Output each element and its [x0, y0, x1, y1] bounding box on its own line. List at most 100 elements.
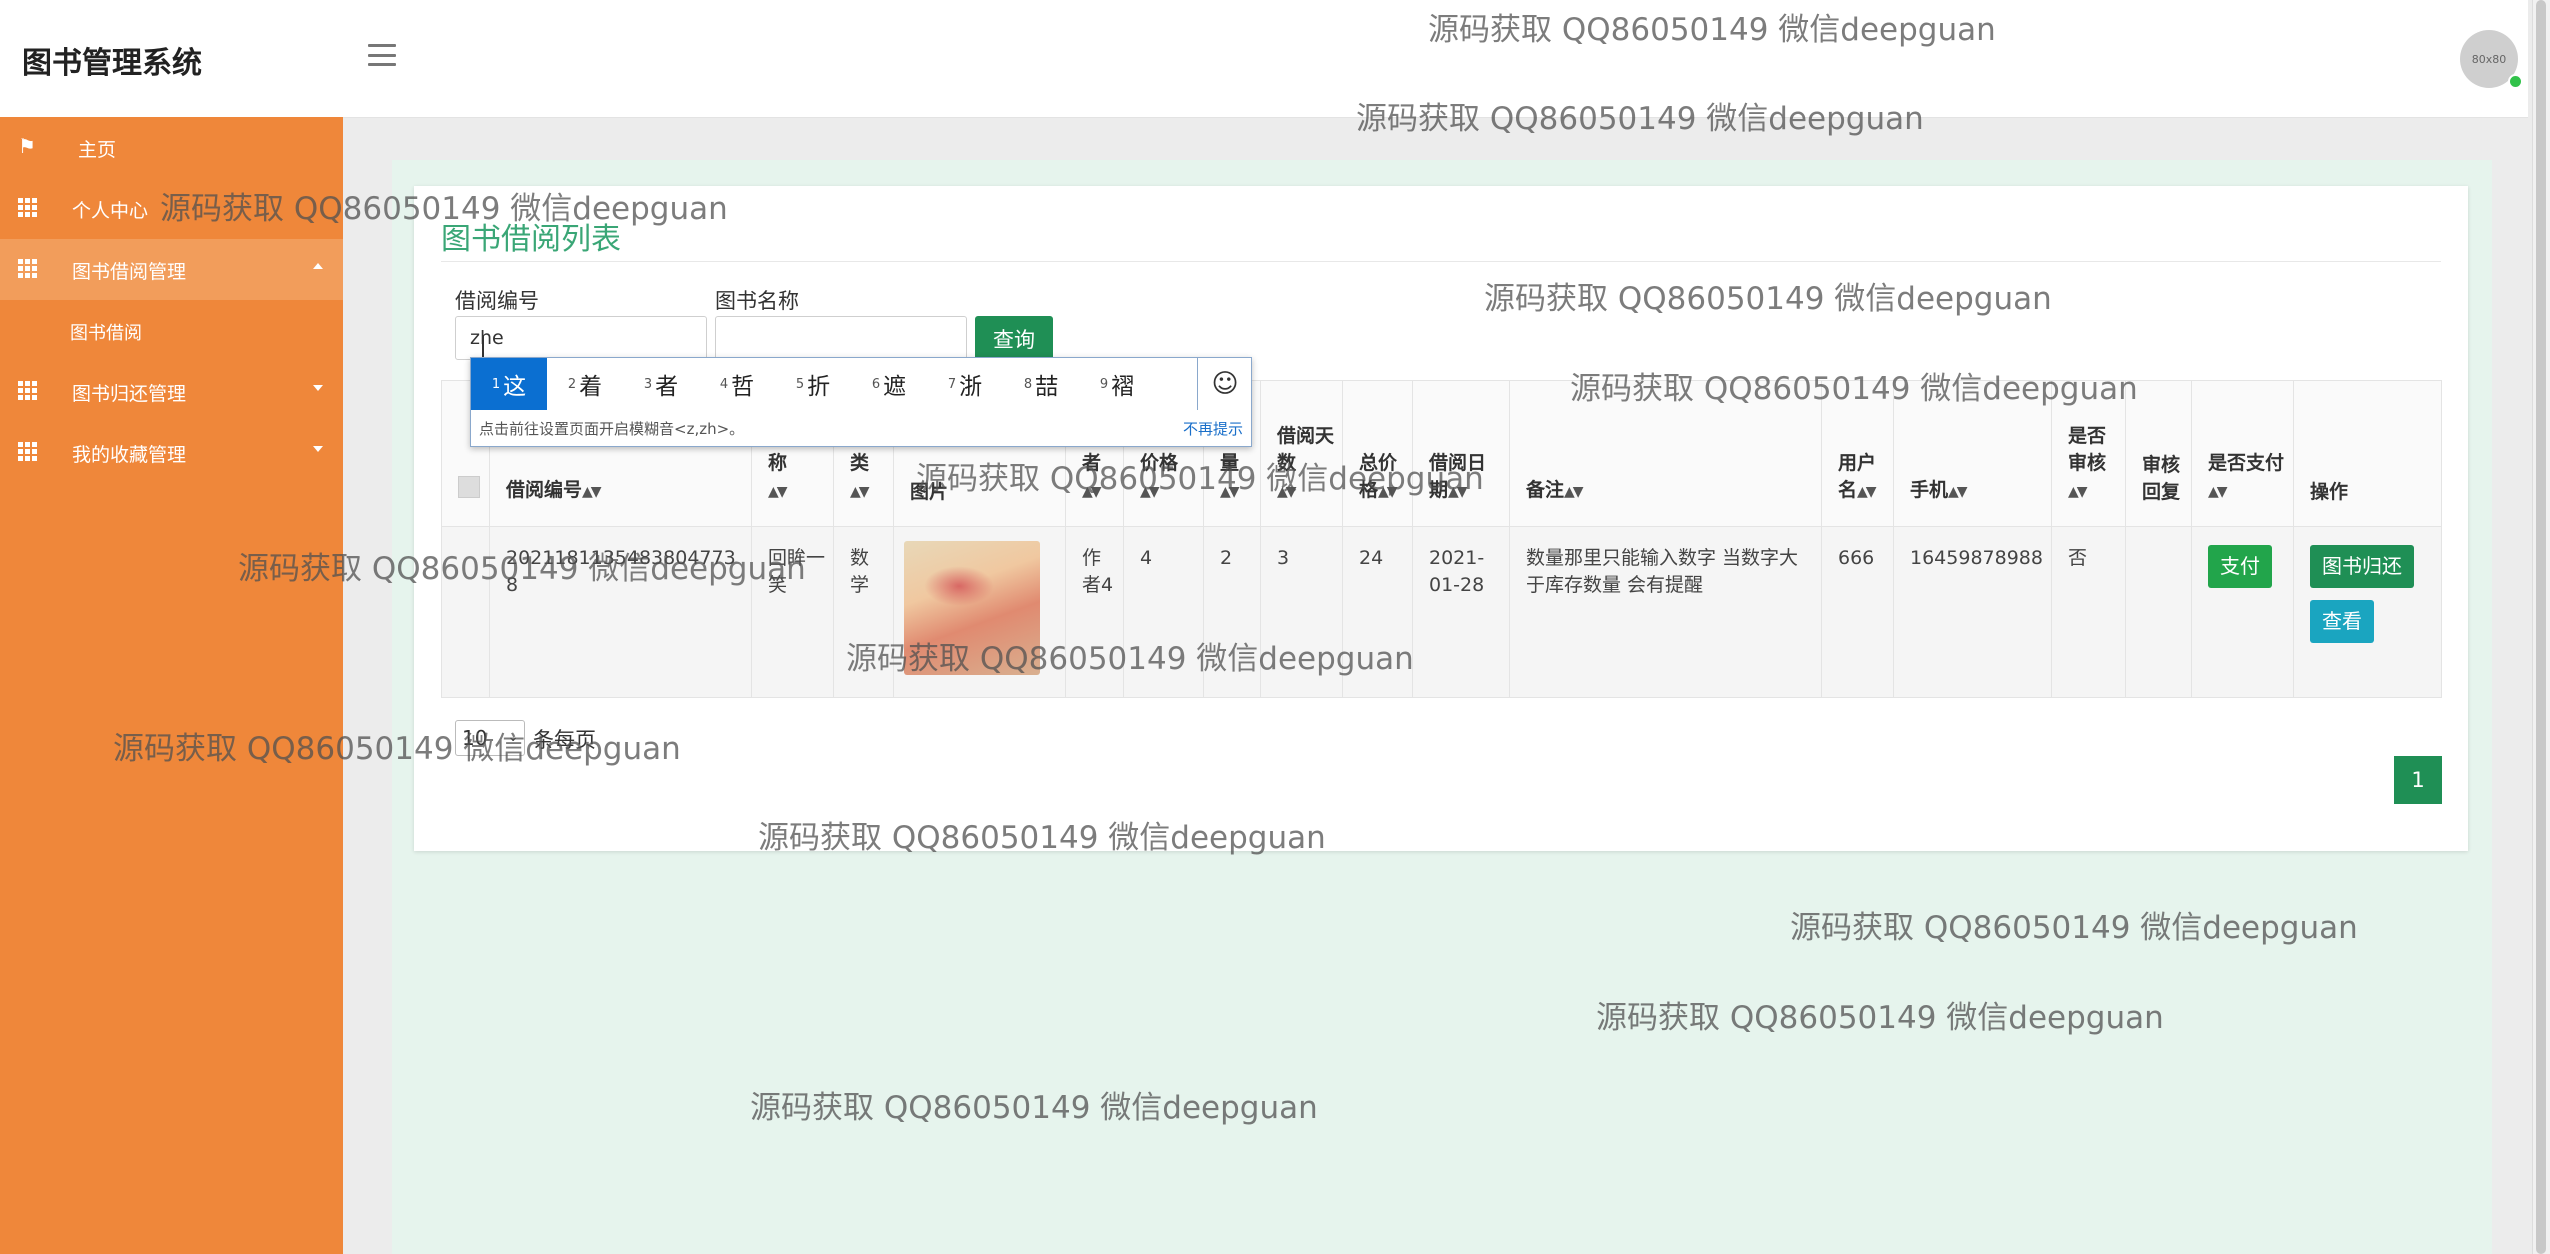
cell-borrow-no: 20211811354838047738: [489, 526, 752, 698]
ime-hint[interactable]: 点击前往设置页面开启模糊音<z,zh>。: [479, 418, 744, 439]
ime-candidate-list: 1这 2着 3者 4哲 5折 6遮 7浙 8喆 9褶: [471, 358, 1191, 410]
book-name-label: 图书名称: [715, 289, 799, 313]
sort-icon: ▲▼: [582, 484, 601, 500]
select-all-checkbox[interactable]: [458, 476, 480, 498]
cell-book-name: 回眸一笑: [751, 526, 834, 698]
col-paid[interactable]: 是否支付▲▼: [2191, 380, 2294, 527]
cell-username: 666: [1821, 526, 1894, 698]
sidebar-subitem-label: 图书借阅: [70, 323, 142, 344]
flag-icon: ⚑: [18, 134, 36, 158]
ime-candidate[interactable]: 7浙: [927, 358, 1003, 410]
chevron-up-icon: [313, 263, 323, 269]
query-button[interactable]: 查询: [975, 316, 1053, 362]
sidebar-item-label: 图书归还管理: [72, 383, 187, 405]
sidebar-item-return-management[interactable]: 图书归还管理: [0, 361, 343, 422]
sort-icon: ▲▼: [1564, 484, 1583, 500]
cell-audit-reply: [2125, 526, 2192, 698]
cell-author: 作者4: [1065, 526, 1124, 698]
sort-icon: ▲▼: [1378, 484, 1397, 500]
sidebar-item-label: 图书借阅管理: [72, 261, 187, 283]
grid-icon: [18, 442, 37, 461]
app-title: 图书管理系统: [22, 46, 202, 81]
ime-candidate[interactable]: 9褶: [1079, 358, 1155, 410]
chevron-down-icon: [313, 385, 323, 391]
divider: [441, 261, 2441, 262]
sort-icon: ▲▼: [1448, 484, 1467, 500]
text-cursor: [482, 335, 484, 357]
sidebar-subitem-borrow[interactable]: 图书借阅: [0, 300, 343, 361]
ime-candidate-popup: 1这 2着 3者 4哲 5折 6遮 7浙 8喆 9褶 ☺ 点击前往设置页面开启模…: [470, 357, 1252, 447]
top-header: 图书管理系统 80x80: [0, 0, 2528, 118]
col-username[interactable]: 用户名▲▼: [1821, 380, 1894, 527]
cell-quantity: 2: [1203, 526, 1261, 698]
sort-icon: ▲▼: [850, 484, 869, 500]
chevron-down-icon: ⌄: [507, 729, 519, 745]
book-cover-image: [904, 541, 1040, 675]
sidebar-item-label: 我的收藏管理: [72, 444, 187, 466]
ime-candidate[interactable]: 4哲: [699, 358, 775, 410]
cell-paid: 支付: [2191, 526, 2294, 698]
col-phone[interactable]: 手机▲▼: [1893, 380, 2052, 527]
cell-price: 4: [1123, 526, 1204, 698]
col-audit-reply: 审核回复: [2125, 380, 2192, 527]
sort-icon: ▲▼: [2208, 484, 2227, 500]
sort-icon: ▲▼: [1140, 484, 1159, 500]
ime-candidate[interactable]: 2着: [547, 358, 623, 410]
col-remark[interactable]: 备注▲▼: [1509, 380, 1822, 527]
emoji-icon[interactable]: ☺: [1197, 358, 1252, 410]
cell-category: 数学: [833, 526, 894, 698]
cell-remark: 数量那里只能输入数字 当数字大于库存数量 会有提醒: [1509, 526, 1822, 698]
grid-icon: [18, 259, 37, 278]
ime-candidate[interactable]: 6遮: [851, 358, 927, 410]
chevron-down-icon: [313, 446, 323, 452]
sort-icon: ▲▼: [1857, 484, 1876, 500]
sidebar-item-label: 个人中心: [72, 200, 149, 222]
cell-phone: 16459878988: [1893, 526, 2052, 698]
ime-candidate[interactable]: 8喆: [1003, 358, 1079, 410]
sidebar-item-home[interactable]: ⚑ 主页: [0, 117, 343, 178]
ime-candidate[interactable]: 1这: [471, 358, 547, 410]
sort-icon: ▲▼: [768, 484, 787, 500]
book-name-input[interactable]: [715, 316, 967, 360]
cell-days: 3: [1260, 526, 1343, 698]
col-audited[interactable]: 是否审核 ▲▼: [2051, 380, 2126, 527]
borrow-no-label: 借阅编号: [455, 289, 539, 313]
sidebar: ⚑ 主页 个人中心 图书借阅管理 图书借阅 图书归还管理 我的收藏管理: [0, 117, 343, 1254]
sidebar-item-personal-center[interactable]: 个人中心: [0, 178, 343, 239]
col-actions: 操作: [2293, 380, 2442, 527]
sort-icon: ▲▼: [1220, 484, 1239, 500]
cell-image: [893, 526, 1066, 698]
pay-button[interactable]: 支付: [2208, 545, 2272, 588]
borrow-no-input[interactable]: [455, 316, 707, 360]
ime-candidate[interactable]: 5折: [775, 358, 851, 410]
return-book-button[interactable]: 图书归还: [2310, 545, 2414, 588]
ime-candidate[interactable]: 3者: [623, 358, 699, 410]
sort-icon: ▲▼: [2068, 484, 2087, 500]
cell-date: 2021-01-28: [1412, 526, 1510, 698]
sort-icon: ▲▼: [1082, 484, 1101, 500]
sidebar-item-favorites-management[interactable]: 我的收藏管理: [0, 422, 343, 483]
grid-icon: [18, 198, 37, 217]
sort-icon: ▲▼: [1277, 484, 1296, 500]
grid-icon: [18, 381, 37, 400]
cell-total: 24: [1342, 526, 1413, 698]
online-status-dot: [2508, 74, 2523, 89]
table-row: 20211811354838047738 回眸一笑 数学 作者4 4 2 3 2…: [441, 526, 2442, 698]
scrollbar-thumb[interactable]: [2536, 0, 2546, 1254]
sidebar-item-borrow-management[interactable]: 图书借阅管理: [0, 239, 343, 300]
col-days[interactable]: 借阅天数 ▲▼: [1260, 380, 1343, 527]
col-date[interactable]: 借阅日期▲▼: [1412, 380, 1510, 527]
cell-actions: 图书归还 查看: [2293, 526, 2442, 698]
page-button-current[interactable]: 1: [2394, 756, 2442, 804]
cell-audited: 否: [2051, 526, 2126, 698]
row-checkbox-cell[interactable]: [441, 526, 490, 698]
page-title: 图书借阅列表: [441, 222, 621, 257]
menu-toggle-icon[interactable]: [368, 44, 396, 66]
page-size-select[interactable]: 10 ⌄: [455, 720, 525, 756]
col-total[interactable]: 总价格▲▼: [1342, 380, 1413, 527]
ime-dismiss-link[interactable]: 不再提示: [1183, 418, 1243, 439]
sort-icon: ▲▼: [1948, 484, 1967, 500]
view-button[interactable]: 查看: [2310, 600, 2374, 643]
sidebar-item-label: 主页: [78, 139, 117, 161]
per-page-label: 条每页: [533, 728, 596, 752]
